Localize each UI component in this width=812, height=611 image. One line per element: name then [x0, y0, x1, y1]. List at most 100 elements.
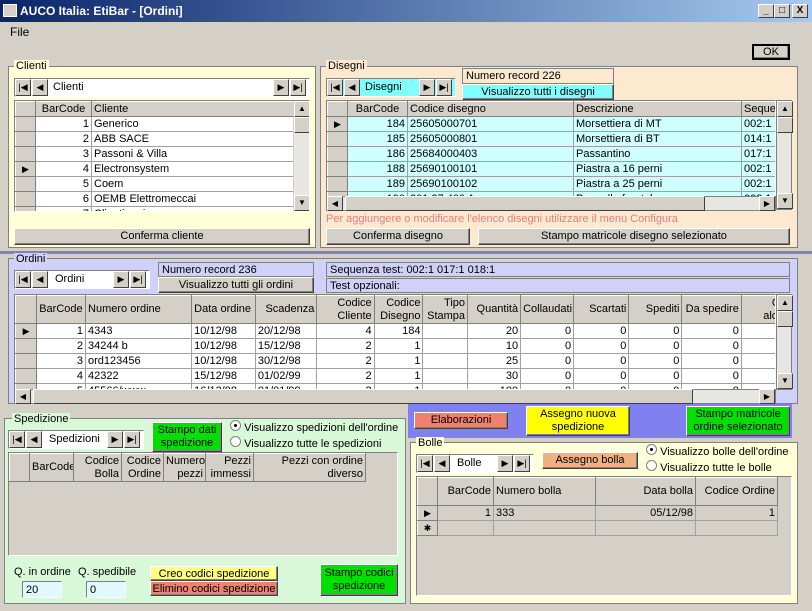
- table-cell[interactable]: 20: [467, 323, 522, 339]
- row-selector-icon[interactable]: [15, 191, 36, 207]
- row-selector-icon[interactable]: [15, 116, 36, 132]
- table-cell[interactable]: 42322: [85, 368, 193, 384]
- scroll-thumb[interactable]: [777, 117, 793, 133]
- table-cell[interactable]: 0: [681, 323, 742, 339]
- table-cell[interactable]: 0: [628, 323, 683, 339]
- table-cell[interactable]: 2: [36, 338, 87, 354]
- row-selector-icon[interactable]: [15, 368, 38, 384]
- assegno-spedizione-button[interactable]: Assegno nuova spedizione: [526, 406, 630, 436]
- stampo-codici-spedizione-button[interactable]: Stampo codici spedizione: [320, 564, 398, 596]
- disegni-scrollbar[interactable]: ▲ ▼: [776, 100, 793, 210]
- col-header[interactable]: BarCode: [347, 101, 408, 117]
- radio-spedizioni-ordine[interactable]: Visualizzo spedizioni dell'ordine: [230, 420, 398, 434]
- row-selector-icon[interactable]: [327, 176, 348, 192]
- close-button[interactable]: X: [792, 4, 808, 18]
- table-cell[interactable]: 1: [437, 505, 494, 521]
- scroll-up-icon[interactable]: ▲: [294, 101, 309, 117]
- new-row[interactable]: ✱: [417, 520, 778, 536]
- table-cell[interactable]: 1: [373, 353, 424, 369]
- scroll-down-icon[interactable]: ▼: [777, 373, 793, 389]
- table-cell[interactable]: 1: [36, 323, 87, 339]
- col-header[interactable]: Seque: [741, 101, 775, 117]
- table-cell[interactable]: 6: [35, 191, 92, 207]
- row-selector-icon[interactable]: ▶: [327, 116, 348, 132]
- q-ordine-field[interactable]: 20: [22, 581, 62, 598]
- table-cell[interactable]: Clienti vari: [91, 206, 296, 211]
- first-record-icon[interactable]: |◀: [15, 271, 31, 288]
- table-cell[interactable]: 0: [740, 323, 775, 339]
- table-row[interactable]: ▶ 1 333 05/12/98 1: [417, 505, 778, 521]
- col-header[interactable]: Codice Cliente: [316, 295, 375, 324]
- col-header[interactable]: Codice Ordine: [695, 477, 778, 506]
- col-header[interactable]: Tipo Stampa: [422, 295, 469, 324]
- minimize-button[interactable]: _: [758, 4, 774, 18]
- row-selector-icon[interactable]: [15, 146, 36, 162]
- table-cell[interactable]: 1: [35, 116, 92, 132]
- first-record-icon[interactable]: |◀: [15, 79, 31, 96]
- visualizzo-ordini-button[interactable]: Visualizzo tutti gli ordini: [158, 277, 314, 293]
- col-header[interactable]: Da spedire: [681, 295, 742, 324]
- table-cell[interactable]: 4343: [85, 323, 193, 339]
- row-selector-icon[interactable]: [327, 161, 348, 177]
- table-cell[interactable]: Piastra a 25 perni: [573, 176, 742, 192]
- scroll-thumb[interactable]: [777, 311, 793, 327]
- col-header[interactable]: Descrizione: [573, 101, 742, 117]
- first-record-icon[interactable]: |◀: [9, 431, 25, 448]
- table-row[interactable]: 18625684000403Passantino017:1 0: [327, 146, 775, 162]
- radio-tutte-bolle[interactable]: Visualizzo tutte le bolle: [646, 460, 772, 474]
- table-cell[interactable]: 4: [35, 161, 92, 177]
- table-cell[interactable]: 014:1 0: [741, 131, 775, 147]
- table-row[interactable]: 6 OEMB Elettromeccai: [15, 191, 296, 207]
- table-cell[interactable]: [422, 338, 469, 354]
- table-cell[interactable]: Generico: [91, 116, 296, 132]
- table-cell[interactable]: 0: [520, 323, 575, 339]
- table-cell[interactable]: 188: [347, 161, 408, 177]
- table-cell[interactable]: 2: [316, 338, 375, 354]
- clienti-scrollbar[interactable]: ▲ ▼: [293, 101, 309, 211]
- table-row[interactable]: 3 Passoni & Villa: [15, 146, 296, 162]
- table-cell[interactable]: 2: [316, 368, 375, 384]
- scroll-thumb[interactable]: [33, 389, 693, 404]
- table-cell[interactable]: 185: [347, 131, 408, 147]
- scroll-up-icon[interactable]: ▲: [777, 295, 793, 311]
- table-row[interactable]: 44232215/12/9801/02/99213000000: [15, 368, 775, 384]
- col-header[interactable]: Scadenza: [254, 295, 318, 324]
- col-header[interactable]: Codice disegno: [407, 101, 574, 117]
- last-record-icon[interactable]: ▶|: [124, 431, 140, 448]
- next-record-icon[interactable]: ▶: [273, 79, 289, 96]
- table-cell[interactable]: 0: [520, 353, 575, 369]
- table-cell[interactable]: 0: [740, 338, 775, 354]
- col-header[interactable]: Con alcuni: [740, 295, 775, 324]
- prev-record-icon[interactable]: ◀: [32, 271, 48, 288]
- table-cell[interactable]: ord123456: [85, 353, 193, 369]
- prev-record-icon[interactable]: ◀: [26, 431, 42, 448]
- table-cell[interactable]: 333: [493, 505, 596, 521]
- row-selector-icon[interactable]: ▶: [15, 323, 38, 339]
- new-row-icon[interactable]: ✱: [417, 520, 438, 536]
- elaborazioni-button[interactable]: Elaborazioni: [414, 412, 508, 429]
- stampo-matricole-disegno-button[interactable]: Stampo matricole disegno selezionato: [478, 228, 790, 245]
- table-row[interactable]: 1 Generico: [15, 116, 296, 132]
- table-cell[interactable]: [422, 353, 469, 369]
- table-cell[interactable]: 25690100101: [407, 161, 574, 177]
- prev-record-icon[interactable]: ◀: [434, 455, 450, 472]
- next-record-icon[interactable]: ▶: [497, 455, 513, 472]
- table-cell[interactable]: Morsettiera di MT: [573, 116, 742, 132]
- radio-selected-icon[interactable]: [646, 444, 657, 455]
- col-header[interactable]: Codice Bolla: [73, 453, 122, 482]
- creo-codici-button[interactable]: Creo codici spedizione: [150, 566, 278, 581]
- scroll-left-icon[interactable]: ◀: [15, 389, 31, 404]
- table-cell[interactable]: 25: [467, 353, 522, 369]
- ordini-scrollbar[interactable]: ▲ ▼: [776, 294, 793, 390]
- table-cell[interactable]: 20/12/98: [254, 323, 318, 339]
- radio-selected-icon[interactable]: [230, 420, 241, 431]
- col-header[interactable]: Cliente: [91, 101, 296, 117]
- table-cell[interactable]: 0: [628, 353, 683, 369]
- table-cell[interactable]: 0: [573, 338, 630, 354]
- first-record-icon[interactable]: |◀: [327, 79, 343, 96]
- row-selector-icon[interactable]: ▶: [15, 161, 36, 177]
- table-cell[interactable]: 002:1 0: [741, 176, 775, 192]
- table-cell[interactable]: 0: [681, 368, 742, 384]
- table-cell[interactable]: 2: [35, 131, 92, 147]
- col-header[interactable]: Spediti: [628, 295, 683, 324]
